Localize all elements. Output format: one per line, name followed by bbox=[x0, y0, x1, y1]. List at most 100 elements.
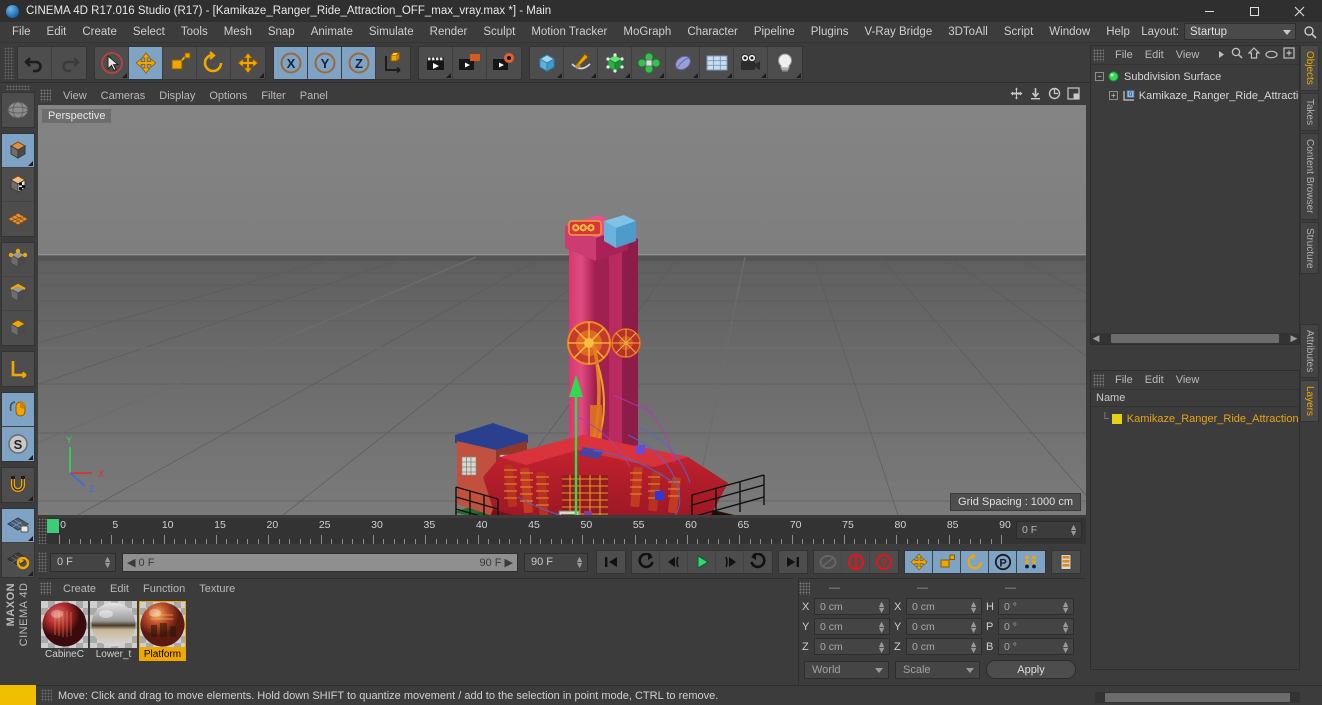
pan-view-icon[interactable] bbox=[1010, 87, 1023, 105]
render-settings-button[interactable] bbox=[487, 47, 521, 79]
material-grip[interactable] bbox=[40, 582, 51, 595]
menu-mesh[interactable]: Mesh bbox=[216, 24, 260, 40]
left-toolbar-grip[interactable] bbox=[6, 85, 30, 90]
spinner-icon[interactable]: ▲ ▼ bbox=[877, 640, 886, 655]
material-menu-edit[interactable]: Edit bbox=[103, 582, 136, 596]
status-grip[interactable] bbox=[41, 689, 52, 702]
go-to-start-button[interactable] bbox=[597, 551, 625, 573]
material-menu-function[interactable]: Function bbox=[136, 582, 192, 596]
scrollbar-thumb[interactable] bbox=[1111, 334, 1279, 343]
viewport-menu-view[interactable]: View bbox=[56, 89, 94, 103]
object-tree-row[interactable]: − Subdivision Surface bbox=[1091, 67, 1299, 86]
dolly-view-icon[interactable] bbox=[1029, 87, 1042, 105]
menu-simulate[interactable]: Simulate bbox=[361, 24, 422, 40]
more-arrow-icon[interactable] bbox=[1218, 46, 1226, 64]
viewport-menu-filter[interactable]: Filter bbox=[254, 89, 292, 103]
add-cube-button[interactable] bbox=[530, 46, 564, 79]
viewport-solo-button[interactable] bbox=[2, 392, 34, 427]
tab-attributes[interactable]: Attributes bbox=[1300, 324, 1319, 379]
scale-tool[interactable] bbox=[163, 46, 197, 79]
object-manager-grip[interactable] bbox=[1093, 48, 1104, 62]
render-region-button[interactable] bbox=[453, 46, 487, 79]
menu-plugins[interactable]: Plugins bbox=[803, 24, 857, 40]
rotation-h-field[interactable]: 0 ° ▲ ▼ bbox=[998, 598, 1074, 615]
spinner-icon[interactable]: ▲ ▼ bbox=[103, 554, 112, 569]
free-move-tool[interactable] bbox=[231, 47, 265, 79]
add-environment-button[interactable] bbox=[700, 46, 734, 79]
coordinates-grip[interactable] bbox=[799, 581, 810, 595]
material-menu-texture[interactable]: Texture bbox=[192, 582, 242, 596]
spinner-icon[interactable]: ▲ ▼ bbox=[877, 600, 886, 615]
model-mode-button[interactable] bbox=[2, 133, 34, 168]
layers-button[interactable] bbox=[1052, 551, 1080, 573]
texture-mode-button[interactable] bbox=[2, 168, 34, 202]
minimize-button[interactable] bbox=[1187, 0, 1232, 22]
scroll-right-icon[interactable]: ▶ bbox=[1289, 333, 1299, 344]
rotation-b-field[interactable]: 0 ° ▲ ▼ bbox=[998, 638, 1074, 655]
current-frame-field[interactable]: 0 F ▲ ▼ bbox=[50, 552, 116, 572]
search-icon[interactable] bbox=[1303, 25, 1317, 44]
material-item[interactable]: Lower_t bbox=[90, 601, 137, 661]
menu-window[interactable]: Window bbox=[1041, 24, 1098, 40]
menu-sculpt[interactable]: Sculpt bbox=[475, 24, 523, 40]
layer-color-swatch[interactable] bbox=[1111, 413, 1122, 424]
size-y-field[interactable]: 0 cm ▲ ▼ bbox=[906, 618, 982, 635]
tab-takes[interactable]: Takes bbox=[1300, 92, 1319, 132]
menu-snap[interactable]: Snap bbox=[260, 24, 303, 40]
rotate-tool[interactable] bbox=[197, 46, 231, 79]
menu-file[interactable]: File bbox=[4, 24, 39, 40]
parameter-key-button[interactable]: P bbox=[989, 551, 1017, 573]
time-range-scrubber[interactable]: ◀ 0 F 90 F ▶ bbox=[122, 552, 518, 572]
home-icon[interactable] bbox=[1247, 46, 1261, 64]
layer-menu-edit[interactable]: Edit bbox=[1139, 373, 1170, 387]
point-level-animation-button[interactable] bbox=[1017, 551, 1045, 573]
timeline-playhead[interactable] bbox=[47, 519, 59, 533]
layer-menu-file[interactable]: File bbox=[1109, 373, 1139, 387]
lock-z-axis[interactable]: Z bbox=[342, 46, 376, 79]
coordinate-system-dropdown[interactable]: World bbox=[804, 660, 889, 679]
add-generator-button[interactable] bbox=[598, 46, 632, 79]
rotate-view-icon[interactable] bbox=[1048, 87, 1061, 105]
layout-dropdown[interactable]: Startup bbox=[1184, 23, 1296, 40]
layer-manager-grip[interactable] bbox=[1093, 373, 1104, 387]
timeline-ruler[interactable]: 0 5 10 15 20 25 30 35 40 45 50 55 60 65 70 75 80 85 90 bbox=[47, 518, 1013, 544]
autokeying-button[interactable] bbox=[842, 551, 870, 573]
transform-mode-dropdown[interactable]: Scale bbox=[895, 660, 980, 679]
uv-mode-button[interactable] bbox=[2, 202, 34, 236]
lock-y-axis[interactable]: Y bbox=[308, 46, 342, 79]
spinner-icon[interactable]: ▲ ▼ bbox=[1061, 620, 1070, 635]
transport-grip[interactable] bbox=[38, 552, 47, 572]
align-workplane-button[interactable] bbox=[2, 543, 34, 577]
expand-toggle-icon[interactable]: − bbox=[1095, 72, 1104, 81]
position-key-button[interactable] bbox=[905, 551, 933, 573]
render-view-button[interactable] bbox=[419, 46, 453, 79]
menu-script[interactable]: Script bbox=[996, 24, 1041, 40]
menu-edit[interactable]: Edit bbox=[39, 24, 75, 40]
snap-magnet-button[interactable] bbox=[2, 468, 34, 502]
menu-tools[interactable]: Tools bbox=[173, 24, 216, 40]
spinner-icon[interactable]: ▲ ▼ bbox=[969, 600, 978, 615]
position-x-field[interactable]: 0 cm ▲ ▼ bbox=[814, 598, 890, 615]
add-light-button[interactable] bbox=[768, 47, 802, 79]
make-editable-button[interactable] bbox=[2, 93, 34, 127]
soft-selection-button[interactable]: S bbox=[2, 426, 34, 461]
menu-select[interactable]: Select bbox=[125, 24, 173, 40]
scroll-left-icon[interactable]: ◀ bbox=[1091, 333, 1101, 344]
material-menu-create[interactable]: Create bbox=[56, 582, 103, 596]
material-item[interactable]: CabineC bbox=[41, 601, 88, 661]
tab-content-browser[interactable]: Content Browser bbox=[1300, 133, 1319, 220]
lock-x-axis[interactable]: X bbox=[274, 46, 308, 79]
object-menu-view[interactable]: View bbox=[1170, 48, 1206, 62]
layer-menu-view[interactable]: View bbox=[1170, 373, 1206, 387]
enable-axis-button[interactable] bbox=[2, 352, 34, 386]
menu-help[interactable]: Help bbox=[1098, 24, 1138, 40]
timeline-grip[interactable] bbox=[38, 518, 47, 544]
live-selection-tool[interactable] bbox=[95, 46, 129, 79]
add-spline-button[interactable] bbox=[564, 46, 598, 79]
timeline-frame-field[interactable]: 0 F ▲ ▼ bbox=[1016, 521, 1082, 539]
maximize-button[interactable] bbox=[1232, 0, 1277, 22]
viewport-canvas[interactable]: Perspective Grid Spacing : 1000 cm ✪✪✪ Y… bbox=[38, 105, 1086, 515]
expand-icon[interactable] bbox=[1283, 46, 1295, 64]
object-manager-hscrollbar[interactable]: ◀ ▶ bbox=[1091, 333, 1299, 344]
apply-button[interactable]: Apply bbox=[986, 660, 1076, 679]
